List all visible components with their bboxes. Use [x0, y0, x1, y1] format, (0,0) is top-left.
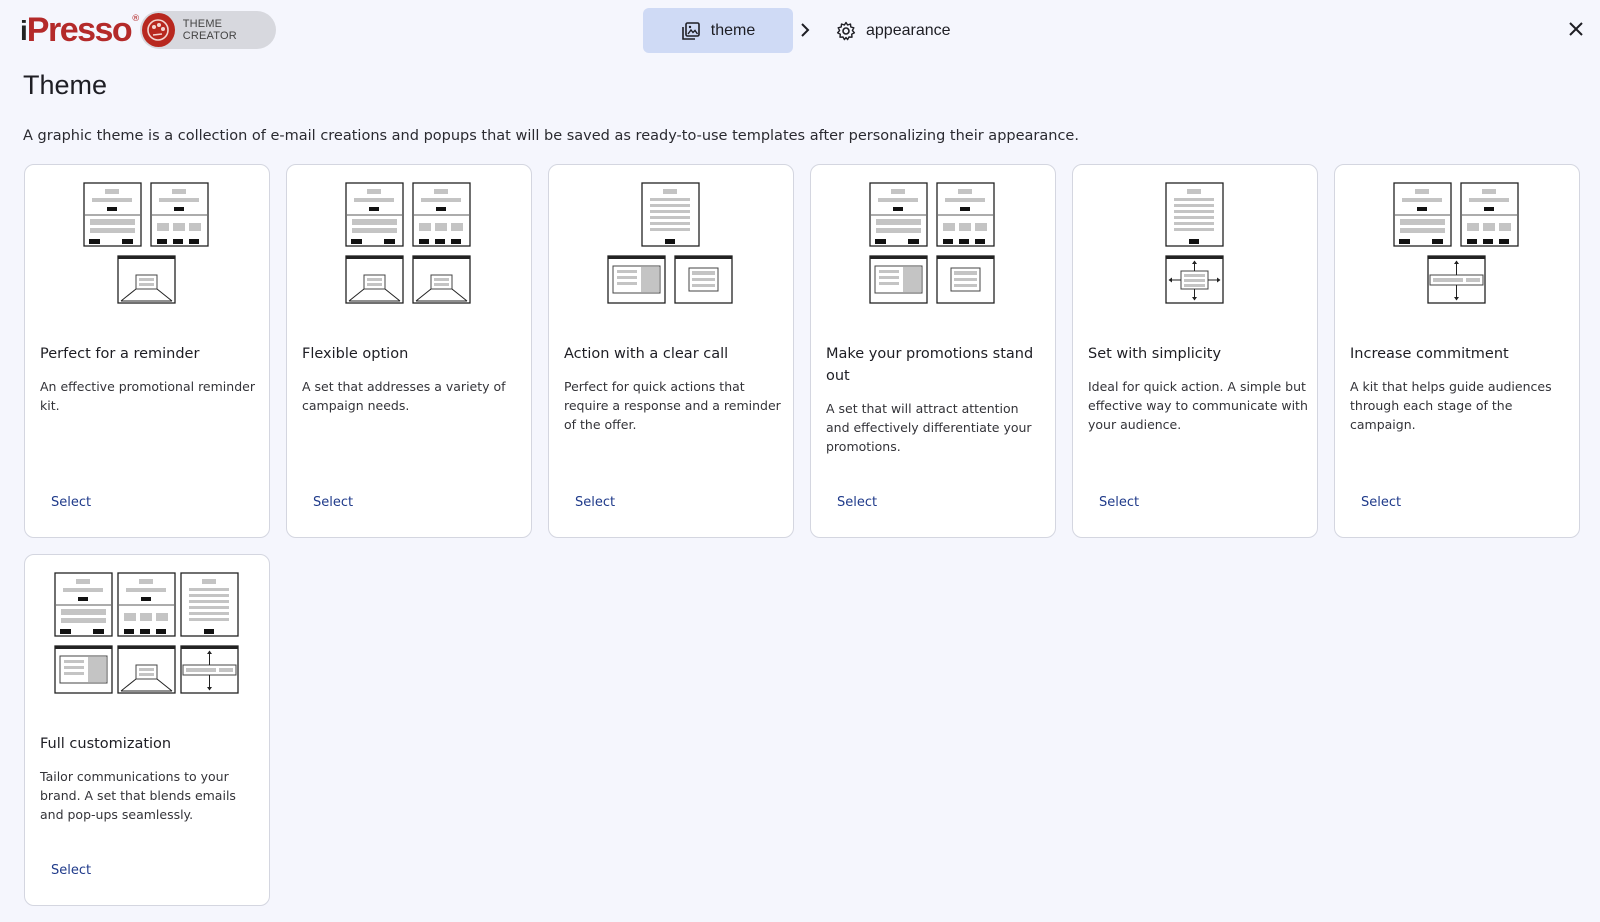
card-description: Tailor communications to your brand. A s… [40, 769, 236, 822]
action-preview-illustration [607, 182, 733, 304]
theme-card-full-customization[interactable]: Full customization Tailor communications… [24, 554, 270, 906]
card-description: Perfect for quick actions that require a… [564, 379, 781, 432]
theme-creator-badge: THEME CREATOR [140, 11, 276, 49]
logo-registered-mark: ® [131, 14, 141, 24]
theme-card-flexible[interactable]: Flexible option A set that addresses a v… [286, 164, 532, 538]
card-description: An effective promotional reminder kit. [40, 379, 255, 413]
ipresso-logo: i Presso ® [20, 11, 141, 49]
card-title: Set with simplicity [1088, 346, 1222, 362]
select-button[interactable]: Select [1361, 495, 1401, 510]
badge-label: THEME CREATOR [182, 18, 237, 42]
card-description: Ideal for quick action. A simple but eff… [1088, 379, 1308, 432]
logo-text: Presso [26, 11, 133, 49]
select-button[interactable]: Select [51, 495, 91, 510]
page-title: Theme [23, 70, 108, 100]
step-appearance-label: appearance [866, 21, 951, 39]
image-gallery-icon [681, 21, 701, 41]
step-theme-label: theme [710, 21, 756, 39]
palette-icon [142, 13, 175, 47]
commitment-preview-illustration [1393, 182, 1519, 304]
select-button[interactable]: Select [1099, 495, 1139, 510]
card-title: Increase commitment [1350, 346, 1509, 362]
select-button[interactable]: Select [837, 495, 877, 510]
chevron-right-icon [798, 18, 812, 42]
theme-card-simplicity[interactable]: Set with simplicity Ideal for quick acti… [1072, 164, 1318, 538]
card-title: Perfect for a reminder [40, 346, 200, 362]
step-appearance[interactable]: appearance [836, 8, 966, 53]
gear-icon [836, 21, 856, 41]
card-description: A kit that helps guide audiences through… [1350, 379, 1552, 432]
reminder-preview-illustration [83, 182, 209, 304]
promotions-preview-illustration [869, 182, 995, 304]
card-title: Full customization [40, 736, 172, 752]
card-description: A set that will attract attention and ef… [826, 401, 1032, 454]
select-button[interactable]: Select [575, 495, 615, 510]
card-title: Flexible option [302, 346, 409, 362]
card-title: Action with a clear call [564, 346, 729, 362]
logo-prefix: i [20, 15, 28, 46]
theme-card-action[interactable]: Action with a clear call Perfect for qui… [548, 164, 794, 538]
top-bar: i Presso ® THEME CREATOR theme appearanc… [0, 0, 1600, 60]
theme-card-reminder[interactable]: Perfect for a reminder An effective prom… [24, 164, 270, 538]
card-title: Make your promotions stand out [826, 346, 1034, 384]
theme-card-commitment[interactable]: Increase commitment A kit that helps gui… [1334, 164, 1580, 538]
card-description: A set that addresses a variety of campai… [302, 379, 506, 413]
close-icon[interactable] [1565, 18, 1587, 40]
select-button[interactable]: Select [51, 863, 91, 878]
theme-card-promotions[interactable]: Make your promotions stand out A set tha… [810, 164, 1056, 538]
flexible-preview-illustration [345, 182, 471, 304]
page-description: A graphic theme is a collection of e-mai… [23, 128, 1079, 144]
step-theme[interactable]: theme [643, 8, 793, 53]
simplicity-preview-illustration [1165, 182, 1224, 304]
full-customization-preview-illustration [54, 572, 239, 694]
select-button[interactable]: Select [313, 495, 353, 510]
